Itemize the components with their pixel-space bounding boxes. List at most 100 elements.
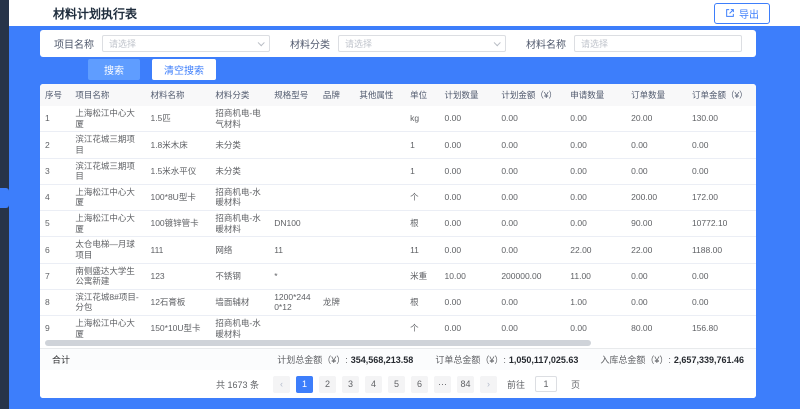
table-cell: 上海松江中心大厦 [70,184,145,210]
filter-text-input[interactable]: 请选择 [574,35,742,52]
table-cell: 11 [269,237,318,263]
summary-row: 合计 计划总金额（¥）:354,568,213.58 订单总金额（¥）:1,050… [40,348,756,370]
filter-actions: 搜索 清空搜索 [88,59,216,80]
table-cell: 上海松江中心大厦 [70,106,145,132]
table-cell: 南侧盛达大学生公寓新建 [70,263,145,289]
table-cell: 0.00 [496,106,565,132]
goto-page-input[interactable] [535,376,557,392]
table-row: 1上海松江中心大厦1.5匹招商机电-电气材料kg0.000.000.0020.0… [40,106,756,132]
table-cell: 0.00 [626,132,687,158]
page-button-1[interactable]: 1 [296,376,313,393]
table-cell: 11 [405,237,439,263]
table-cell [269,184,318,210]
page-button-6[interactable]: 6 [411,376,428,393]
collapsed-sidebar [0,0,9,409]
pagination: 共 1673 条 ‹ 123456···84 › 前往 页 [40,370,756,398]
table-cell [354,106,405,132]
table-cell: 0.00 [565,158,626,184]
page-button-4[interactable]: 4 [365,376,382,393]
column-header: 订单数量 [626,84,687,106]
table-cell: 9 [40,316,70,340]
table-cell: 0.00 [496,289,565,315]
table-cell [354,316,405,340]
table-cell: 10772.10 [687,211,756,237]
table-cell: 20.00 [626,106,687,132]
table-cell: 0.00 [687,289,756,315]
page-header: 材料计划执行表 导出 [9,0,800,26]
table-cell: 1.5匹 [145,106,210,132]
table-cell: 1.00 [565,289,626,315]
table-cell: 米重 [405,263,439,289]
table-cell: 100镀锌管卡 [145,211,210,237]
filter-label: 材料分类 [290,36,330,51]
summary-item: 订单总金额（¥）:1,050,117,025.63 [435,353,578,366]
pagination-ellipsis: ··· [434,376,451,393]
table-cell: 1.8米木床 [145,132,210,158]
table-cell: 未分类 [210,158,269,184]
table-cell: 1200*2440*12 [269,289,318,315]
page-title: 材料计划执行表 [53,5,137,22]
clear-search-button[interactable]: 清空搜索 [152,59,216,80]
table-cell: 6 [40,237,70,263]
table-cell: 0.00 [687,263,756,289]
summary-item: 计划总金额（¥）:354,568,213.58 [277,353,413,366]
table-cell [318,184,355,210]
table-cell [269,132,318,158]
prev-page-button[interactable]: ‹ [273,376,290,393]
chevron-down-icon [494,39,501,46]
table-cell [269,316,318,340]
sidebar-expand-handle[interactable] [0,188,9,208]
summary-item-value: 354,568,213.58 [351,355,414,365]
summary-label: 合计 [52,353,70,366]
placeholder-text: 请选择 [581,37,608,50]
filter-select[interactable]: 请选择 [338,35,506,52]
table-cell [318,158,355,184]
column-header: 材料名称 [145,84,210,106]
table-cell: 不锈钢 [210,263,269,289]
summary-item-label: 订单总金额（¥）: [435,353,506,366]
table-cell: 网络 [210,237,269,263]
column-header: 序号 [40,84,70,106]
table-cell: 3 [40,158,70,184]
page-button-3[interactable]: 3 [342,376,359,393]
column-header: 单位 [405,84,439,106]
table-cell: 156.80 [687,316,756,340]
table-cell: 0.00 [565,132,626,158]
table-cell: 0.00 [626,263,687,289]
table-cell: 0.00 [440,289,497,315]
table-cell: 太仓电梯—月球项目 [70,237,145,263]
page-button-84[interactable]: 84 [457,376,474,393]
table-cell: 90.00 [626,211,687,237]
column-header: 规格型号 [269,84,318,106]
scrollbar-thumb[interactable] [45,340,591,346]
table-cell: 1 [40,106,70,132]
horizontal-scrollbar[interactable] [40,339,756,348]
table-cell: 130.00 [687,106,756,132]
summary-item: 入库总金额（¥）:2,657,339,761.46 [600,353,744,366]
goto-label-suffix: 页 [571,378,580,391]
filter-group: 项目名称请选择 [54,35,270,52]
table-cell: 8 [40,289,70,315]
page-button-5[interactable]: 5 [388,376,405,393]
table-cell: 0.00 [496,316,565,340]
table-cell: 0.00 [496,184,565,210]
placeholder-text: 请选择 [109,37,136,50]
table-cell: 11.00 [565,263,626,289]
table-cell: 172.00 [687,184,756,210]
table-cell: 根 [405,289,439,315]
table-cell: 1 [405,132,439,158]
table-cell: 80.00 [626,316,687,340]
export-icon [725,8,735,18]
filter-select[interactable]: 请选择 [102,35,270,52]
search-button[interactable]: 搜索 [88,59,140,80]
next-page-button[interactable]: › [480,376,497,393]
page-button-2[interactable]: 2 [319,376,336,393]
export-button[interactable]: 导出 [714,3,770,24]
table-cell [318,106,355,132]
table-cell: 0.00 [440,211,497,237]
table-cell: 12石膏板 [145,289,210,315]
placeholder-text: 请选择 [345,37,372,50]
table-cell: 滨江花城8#项目-分包 [70,289,145,315]
table-row: 2滨江花城三期项目1.8米木床未分类10.000.000.000.000.00 [40,132,756,158]
table-cell: 滨江花城三期项目 [70,132,145,158]
